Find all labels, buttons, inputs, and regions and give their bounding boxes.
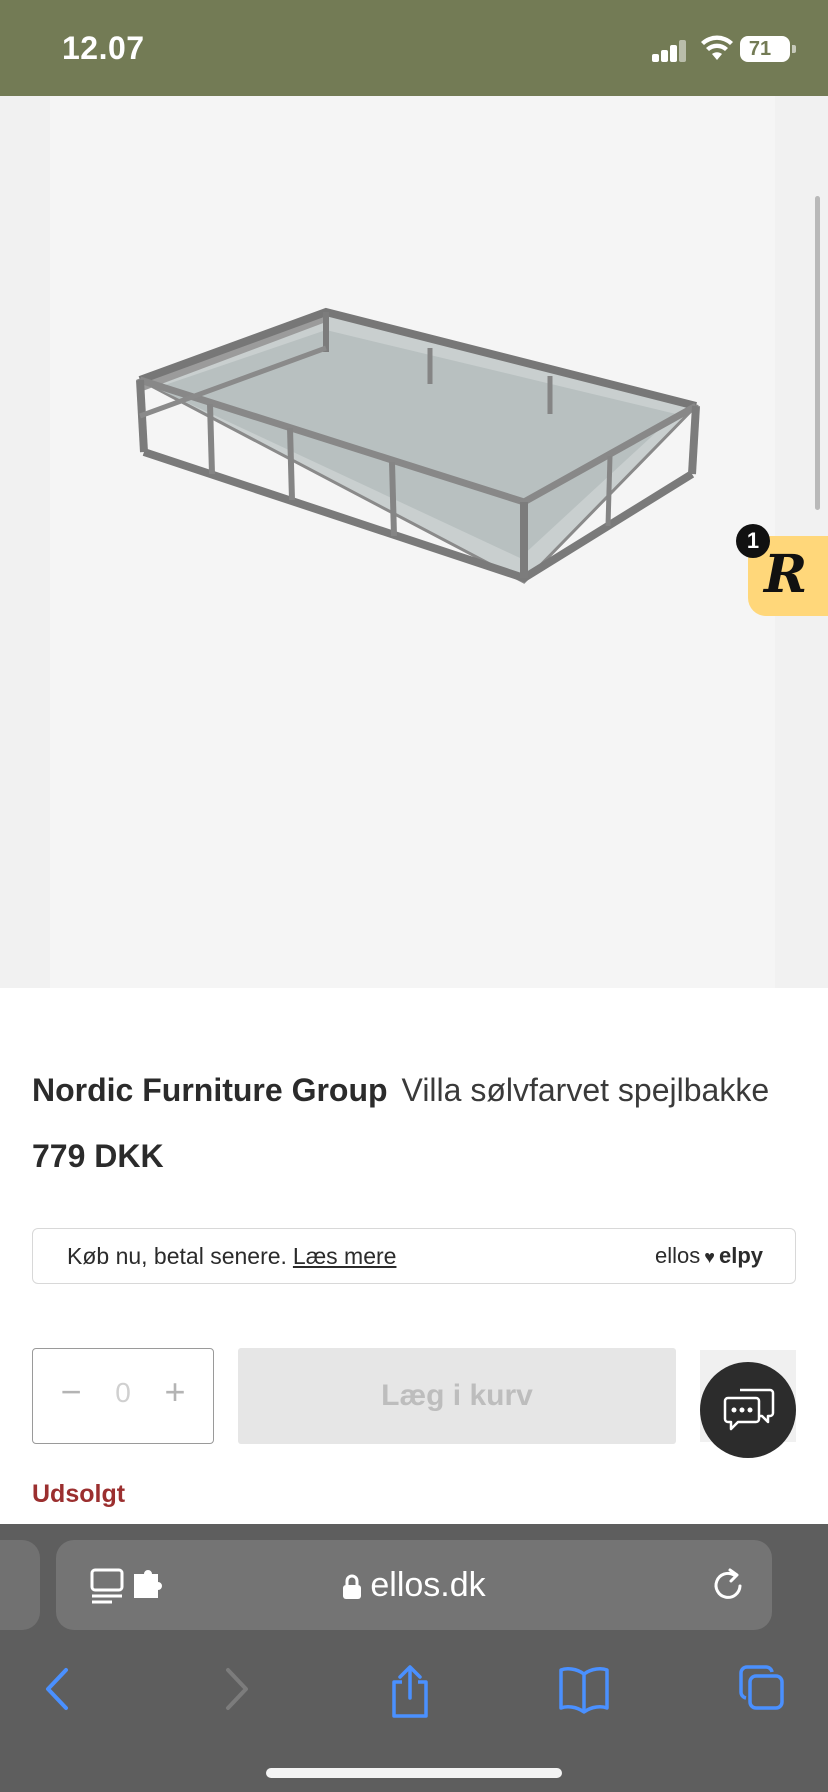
forward-icon[interactable] (222, 1664, 252, 1714)
logo-ellos: ellos (655, 1243, 701, 1268)
battery-icon: 71 (740, 36, 796, 62)
battery-level: 71 (748, 38, 772, 60)
chat-button[interactable] (700, 1362, 796, 1458)
product-brand[interactable]: Nordic Furniture Group (32, 1072, 388, 1108)
heart-icon: ♥ (704, 1247, 715, 1267)
product-name: Villa sølvfarvet spejlbakke (401, 1072, 770, 1108)
scrollbar[interactable] (815, 196, 820, 510)
wifi-icon (701, 35, 733, 60)
stock-status: Udsolgt (32, 1480, 126, 1508)
product-price: 779 DKK (32, 1138, 164, 1174)
add-to-cart-button[interactable]: Læg i kurv (238, 1348, 676, 1444)
address-bar[interactable]: ellos.dk (56, 1540, 772, 1630)
decrease-quantity-button[interactable]: − (51, 1371, 91, 1413)
browser-toolbar: ellos.dk (0, 1524, 828, 1792)
chat-icon (723, 1388, 775, 1431)
bnpl-text-row: Køb nu, betal senere. Læs mere (67, 1243, 396, 1270)
back-icon[interactable] (42, 1664, 72, 1714)
quantity-value[interactable]: 0 (103, 1377, 143, 1409)
status-bar: 12.07 71 (0, 0, 828, 96)
lock-icon (343, 1574, 362, 1600)
status-time: 12.07 (62, 30, 145, 66)
increase-quantity-button[interactable]: + (155, 1371, 195, 1413)
quantity-stepper: − 0 + (32, 1348, 214, 1444)
buy-now-pay-later-banner: Køb nu, betal senere. Læs mere ellos ♥ elpy (32, 1228, 796, 1284)
logo-elpy: elpy (718, 1243, 763, 1268)
url-text: ellos.dk (370, 1566, 486, 1604)
read-more-link[interactable]: Læs mere (293, 1243, 397, 1269)
home-indicator[interactable] (266, 1768, 562, 1778)
bnpl-text: Køb nu, betal senere. (67, 1243, 287, 1269)
share-icon[interactable] (388, 1664, 432, 1720)
previous-tab-preview[interactable] (0, 1540, 40, 1630)
url-display: ellos.dk (56, 1566, 772, 1605)
bookmarks-icon[interactable] (558, 1664, 610, 1714)
browser-navigation (0, 1654, 828, 1734)
reload-icon[interactable] (710, 1566, 746, 1604)
product-title: Nordic Furniture Group Villa sølvfarvet s… (32, 1072, 769, 1109)
tabs-icon[interactable] (738, 1664, 786, 1712)
signal-icon (652, 40, 688, 62)
mirror-tray-image (136, 307, 700, 584)
notification-count-badge: 1 (736, 524, 770, 558)
loyalty-logo: R (764, 544, 808, 605)
ellos-elpy-logo: ellos ♥ elpy (655, 1243, 763, 1269)
